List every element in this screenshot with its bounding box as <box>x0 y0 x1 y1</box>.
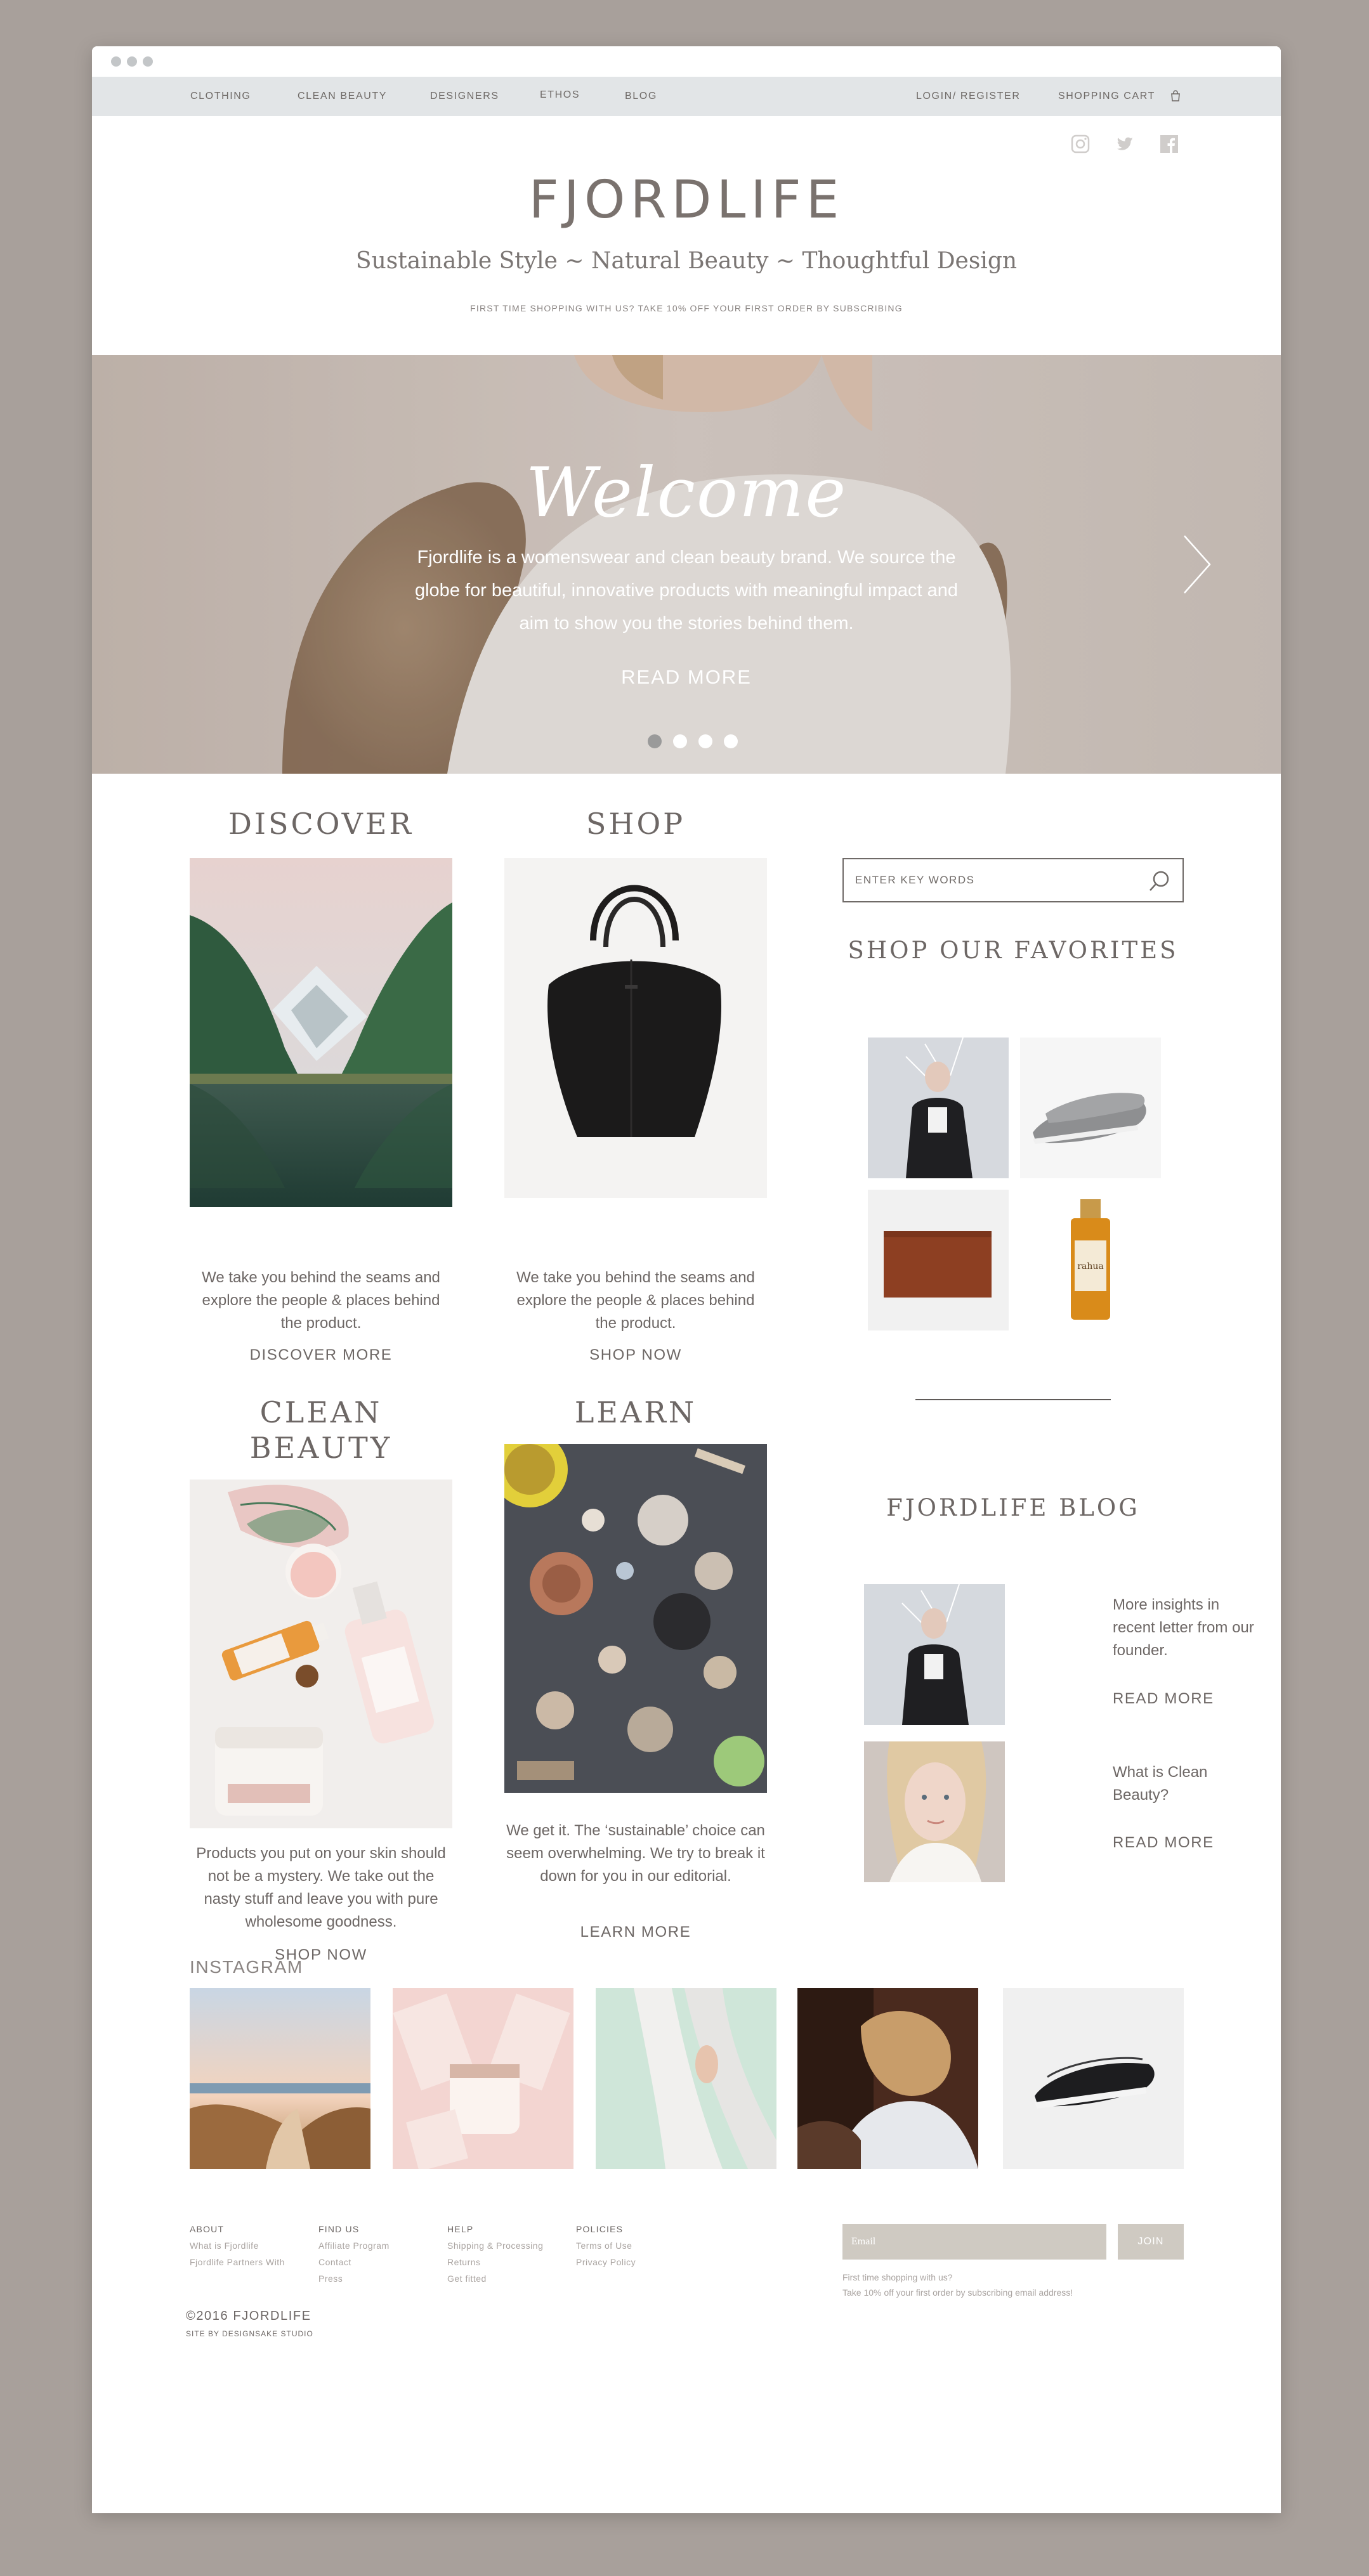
hero-read-more-button[interactable]: READ MORE <box>92 666 1281 689</box>
twitter-icon[interactable] <box>1115 134 1135 154</box>
footer-link-press[interactable]: Press <box>318 2274 343 2284</box>
discover-image[interactable] <box>190 858 452 1207</box>
shop-image[interactable] <box>504 858 767 1198</box>
bottle-label: rahua <box>1077 1261 1103 1272</box>
instagram-photo-2[interactable] <box>393 1988 573 2169</box>
footer-link-terms[interactable]: Terms of Use <box>576 2241 632 2251</box>
chevron-right-icon[interactable] <box>1178 533 1216 596</box>
instagram-icon[interactable] <box>1070 134 1091 154</box>
nav-designers[interactable]: DESIGNERS <box>430 91 499 102</box>
discover-title: DISCOVER <box>228 807 414 841</box>
newsletter-join-button[interactable]: JOIN <box>1118 2224 1184 2260</box>
instagram-title: INSTAGRAM <box>190 1957 303 1977</box>
blog-post-2-read-more[interactable]: READ MORE <box>1113 1834 1214 1852</box>
nav-blog[interactable]: BLOG <box>625 91 657 102</box>
favorite-item-clutch[interactable] <box>868 1190 1009 1330</box>
window-dot-3[interactable] <box>143 56 153 67</box>
search-box <box>842 858 1184 902</box>
learn-image[interactable] <box>504 1444 767 1793</box>
clean-beauty-image[interactable] <box>190 1480 452 1828</box>
search-icon[interactable] <box>1147 868 1172 894</box>
blog-post-1-text: More insights in recent letter from our … <box>1113 1596 1254 1659</box>
instagram-photo-3[interactable] <box>596 1988 776 2169</box>
clean-beauty-text: Products you put on your skin should not… <box>196 1845 446 1930</box>
brand-logo[interactable]: FJORDLIFE <box>92 170 1281 230</box>
window-dot-1[interactable] <box>111 56 121 67</box>
site-credit[interactable]: SITE BY DESIGNSAKE STUDIO <box>186 2329 313 2338</box>
promo-banner: FIRST TIME SHOPPING WITH US? TAKE 10% OF… <box>470 303 903 313</box>
newsletter-note-1: First time shopping with us? <box>842 2272 953 2282</box>
hero-description: Fjordlife is a womenswear and clean beau… <box>414 547 958 634</box>
facebook-icon[interactable] <box>1159 134 1179 154</box>
discover-more-link[interactable]: DISCOVER MORE <box>190 1346 452 1364</box>
instagram-photo-4[interactable] <box>797 1988 978 2169</box>
copyright: ©2016 FJORDLIFE <box>186 2309 311 2323</box>
instagram-photo-5[interactable] <box>1003 1988 1184 2169</box>
carousel-dot-2[interactable] <box>673 734 687 748</box>
newsletter-note-2: Take 10% off your first order by subscri… <box>842 2287 1073 2298</box>
learn-title: LEARN <box>574 1395 697 1429</box>
footer-help-heading: HELP <box>447 2224 474 2234</box>
favorites-title: SHOP OUR FAVORITES <box>848 937 1179 964</box>
nav-clothing[interactable]: CLOTHING <box>190 91 251 102</box>
footer-link-get-fitted[interactable]: Get fitted <box>447 2274 487 2284</box>
browser-chrome <box>92 46 1281 77</box>
nav-clean-beauty[interactable]: CLEAN BEAUTY <box>298 91 387 102</box>
instagram-photo-1[interactable] <box>190 1988 370 2169</box>
window-dot-2[interactable] <box>127 56 137 67</box>
blog-post-1-read-more[interactable]: READ MORE <box>1113 1690 1214 1708</box>
blog-post-2-image[interactable] <box>864 1741 1005 1882</box>
carousel-dot-3[interactable] <box>698 734 712 748</box>
hero-carousel: Welcome Fjordlife is a womenswear and cl… <box>92 355 1281 774</box>
newsletter-email-input[interactable] <box>842 2224 1106 2260</box>
learn-text: We get it. The ‘sustainable’ choice can … <box>506 1822 765 1885</box>
footer-link-affiliate[interactable]: Affiliate Program <box>318 2241 390 2251</box>
favorite-item-slip-on[interactable] <box>1020 1038 1161 1178</box>
hero-title: Welcome <box>525 453 848 533</box>
footer-policies-heading: POLICIES <box>576 2224 624 2234</box>
footer-link-contact[interactable]: Contact <box>318 2257 351 2267</box>
footer-link-privacy[interactable]: Privacy Policy <box>576 2257 636 2267</box>
shop-text: We take you behind the seams and explore… <box>516 1269 755 1332</box>
blog-post-2-text: What is Clean Beauty? <box>1113 1764 1208 1804</box>
footer-find-us-heading: FIND US <box>318 2224 360 2234</box>
blog-post-1-image[interactable] <box>864 1584 1005 1725</box>
clean-beauty-title: CLEAN BEAUTY <box>249 1395 393 1465</box>
footer-link-what-is-fjordlife[interactable]: What is Fjordlife <box>190 2241 259 2251</box>
learn-more-link[interactable]: LEARN MORE <box>504 1923 767 1941</box>
brand-tagline: Sustainable Style ~ Natural Beauty ~ Tho… <box>355 248 1018 274</box>
shopping-bag-icon[interactable] <box>1170 89 1181 102</box>
search-input[interactable] <box>855 859 1134 901</box>
shop-now-link[interactable]: SHOP NOW <box>504 1346 767 1364</box>
shopping-cart-link[interactable]: SHOPPING CART <box>1058 91 1155 102</box>
discover-text: We take you behind the seams and explore… <box>202 1269 440 1332</box>
carousel-dot-1[interactable] <box>648 734 662 748</box>
footer-link-partners[interactable]: Fjordlife Partners With <box>190 2257 285 2267</box>
blog-title: FJORDLIFE BLOG <box>886 1494 1140 1521</box>
carousel-dot-4[interactable] <box>724 734 738 748</box>
footer-link-shipping[interactable]: Shipping & Processing <box>447 2241 543 2251</box>
favorite-item-coat[interactable] <box>868 1038 1009 1178</box>
browser-window: CLOTHING CLEAN BEAUTY DESIGNERS ETHOS BL… <box>92 46 1281 2513</box>
footer-about-heading: ABOUT <box>190 2224 225 2234</box>
sidebar-divider <box>915 1399 1111 1400</box>
footer-link-returns[interactable]: Returns <box>447 2257 481 2267</box>
top-nav: CLOTHING CLEAN BEAUTY DESIGNERS ETHOS BL… <box>92 77 1281 116</box>
nav-ethos[interactable]: ETHOS <box>540 89 580 101</box>
login-register-link[interactable]: LOGIN/ REGISTER <box>916 91 1020 102</box>
favorite-item-oil-bottle[interactable]: rahua <box>1020 1190 1161 1330</box>
shop-title: SHOP <box>586 807 686 841</box>
